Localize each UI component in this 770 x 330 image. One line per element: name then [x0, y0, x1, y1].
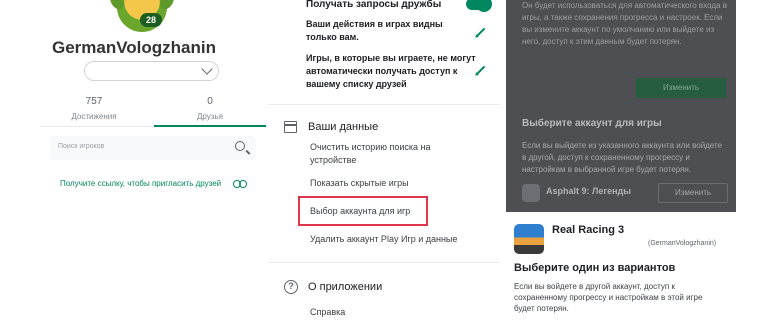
edit-icon[interactable] [476, 27, 486, 37]
show-hidden-games-item[interactable]: Показать скрытые игры [310, 177, 409, 190]
change-game-account-button[interactable]: Изменить [658, 183, 728, 203]
search-placeholder: Поиск игроков [58, 143, 105, 150]
archive-icon [284, 121, 297, 133]
link-icon[interactable] [233, 180, 247, 188]
divider [268, 104, 500, 105]
real-racing-game-icon [514, 224, 544, 254]
tab-achievements[interactable]: 757 Достижения [44, 96, 144, 121]
game-name: Asphalt 9: Легенды [546, 186, 631, 196]
profile-panel: 28 GermanVologzhanin 757 Достижения 0 Др… [0, 0, 268, 330]
gamer-id-dropdown[interactable] [84, 61, 219, 81]
player-search-input[interactable]: Поиск игроков [50, 136, 256, 160]
choose-game-account-desc: Если вы выйдете из указанного аккаунта и… [522, 141, 723, 174]
choose-option-title: Выберите один из вариантов [514, 262, 676, 274]
friend-requests-toggle[interactable] [466, 0, 492, 12]
search-icon[interactable] [235, 141, 245, 151]
laurel-left-icon [107, 0, 127, 12]
laurel-right-icon [157, 0, 177, 12]
your-data-header: Ваши данные [308, 121, 379, 133]
about-header: О приложении [308, 281, 383, 293]
game-title: Real Racing 3 [552, 224, 625, 236]
achievements-count: 757 [85, 96, 103, 107]
choose-option-desc: Если вы войдете в другой аккаунт, доступ… [514, 282, 703, 313]
friends-count: 0 [207, 96, 213, 107]
help-circle-icon: ? [284, 280, 298, 294]
account-label: (GermanVologzhanin) [648, 240, 717, 247]
account-dialog-panel: Он будет использоваться для автоматическ… [500, 0, 770, 330]
help-item[interactable]: Справка [310, 306, 345, 319]
asphalt-game-icon [522, 184, 540, 202]
game-activity-text: Ваши действия в играх видны только вам. [306, 19, 443, 42]
friends-label: Друзья [197, 112, 223, 121]
username: GermanVologzhanin [51, 38, 217, 57]
dimmed-overlay: Он будет использоваться для автоматическ… [506, 0, 736, 212]
choose-game-account-title: Выберите аккаунт для игры [522, 118, 662, 129]
friend-requests-title: Получать запросы дружбы [306, 0, 442, 10]
settings-panel: Получать запросы дружбы Ваши действия в … [268, 0, 500, 330]
divider [268, 262, 500, 263]
friends-access-text: Игры, в которые вы играете, не могут авт… [306, 53, 476, 89]
chevron-down-icon [201, 63, 213, 75]
change-button[interactable]: Изменить [636, 78, 726, 98]
tab-friends[interactable]: 0 Друзья [160, 96, 260, 121]
default-account-text: Он будет использоваться для автоматическ… [522, 1, 727, 46]
delete-account-item[interactable]: Удалить аккаунт Play Игр и данные [310, 233, 457, 246]
invite-link[interactable]: Получите ссылку, чтобы пригласить друзей [60, 177, 230, 190]
clear-search-history-item[interactable]: Очистить историю поиска на устройстве [310, 141, 460, 167]
achievements-label: Достижения [71, 112, 117, 121]
highlight-box [298, 196, 428, 226]
active-tab-indicator [154, 125, 266, 127]
edit-icon[interactable] [476, 65, 486, 75]
level-badge: 28 [140, 13, 162, 27]
